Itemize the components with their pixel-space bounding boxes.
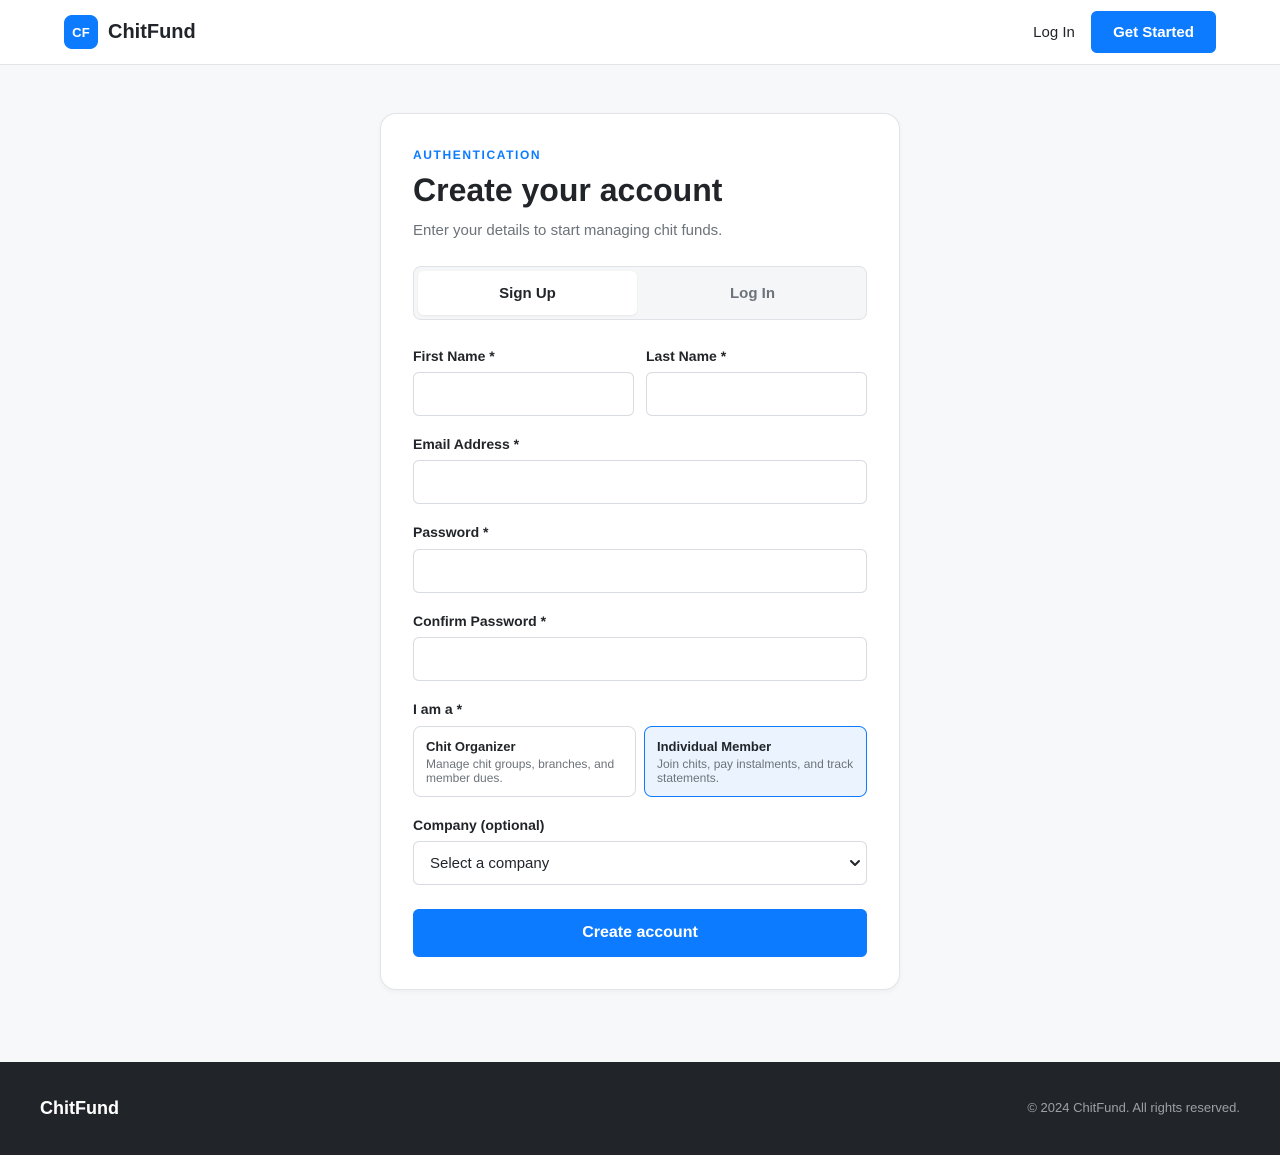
create-account-button[interactable]: Create account: [413, 909, 867, 957]
footer-brand: ChitFund: [40, 1098, 119, 1118]
role-option-title: Individual Member: [657, 739, 772, 754]
tab-log-in[interactable]: Log In: [643, 271, 862, 315]
auth-tabs: Sign Up Log In: [413, 266, 867, 320]
last-name-label: Last Name *: [646, 348, 727, 364]
password-input[interactable]: [413, 549, 867, 593]
role-option-title: Chit Organizer: [426, 739, 516, 754]
confirm-password-label: Confirm Password *: [413, 613, 547, 629]
nav-login-link[interactable]: Log In: [1018, 11, 1090, 53]
password-label: Password *: [413, 524, 489, 540]
email-input[interactable]: [413, 460, 867, 504]
brand-name: ChitFund: [108, 20, 196, 43]
company-label: Company (optional): [413, 817, 545, 833]
role-option-individual-member[interactable]: Individual Member Join chits, pay instal…: [644, 726, 867, 797]
top-navbar: CF ChitFund Log In Get Started: [0, 0, 1280, 65]
first-name-label: First Name *: [413, 348, 495, 364]
section-eyebrow: AUTHENTICATION: [413, 148, 542, 162]
site-footer: ChitFund © 2024 ChitFund. All rights res…: [0, 1062, 1280, 1155]
role-option-description: Join chits, pay instalments, and track s…: [657, 757, 854, 785]
brand-logo-link[interactable]: CF ChitFund: [64, 15, 196, 49]
page-title: Create your account: [413, 172, 723, 208]
tab-sign-up[interactable]: Sign Up: [418, 271, 637, 315]
last-name-input[interactable]: [646, 372, 867, 416]
auth-card: AUTHENTICATION Create your account Enter…: [380, 113, 900, 990]
logo-badge: CF: [64, 15, 98, 49]
first-name-input[interactable]: [413, 372, 634, 416]
role-option-description: Manage chit groups, branches, and member…: [426, 757, 615, 785]
company-select[interactable]: Select a company: [413, 841, 867, 885]
company-select-value: Select a company: [430, 854, 550, 872]
role-option-chit-organizer[interactable]: Chit Organizer Manage chit groups, branc…: [413, 726, 636, 797]
email-label: Email Address *: [413, 436, 520, 452]
page-subtitle: Enter your details to start managing chi…: [413, 222, 723, 239]
get-started-button[interactable]: Get Started: [1091, 11, 1216, 53]
confirm-password-input[interactable]: [413, 637, 867, 681]
footer-copyright: © 2024 ChitFund. All rights reserved.: [1027, 1100, 1240, 1115]
chevron-down-icon: [850, 860, 860, 866]
role-label: I am a *: [413, 701, 463, 717]
